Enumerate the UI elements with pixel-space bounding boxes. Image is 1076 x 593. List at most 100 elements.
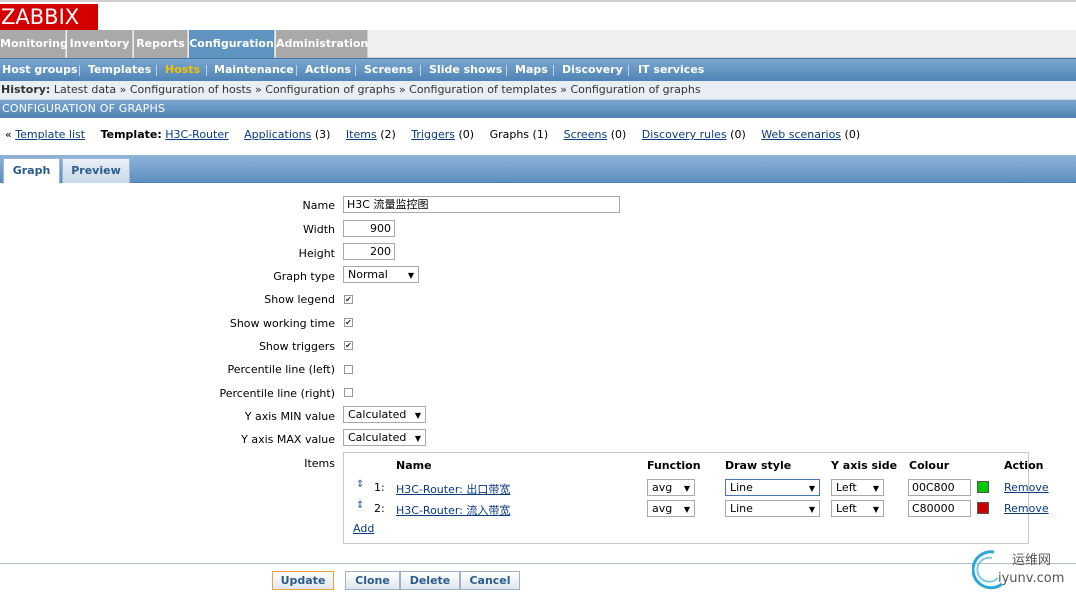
item-y-side-select[interactable]: Left ▼ <box>831 479 884 496</box>
colour-swatch[interactable] <box>977 481 989 493</box>
name-input[interactable]: H3C 流量监控图 <box>343 196 620 213</box>
submenu-separator <box>206 65 207 76</box>
show-legend-label: Show legend <box>264 293 335 306</box>
history-separator: » <box>119 83 127 96</box>
item-function-select[interactable]: avg ▼ <box>647 500 695 517</box>
graph-items-table: Name Function Draw style Y axis side Col… <box>343 452 1049 544</box>
submenu-actions[interactable]: Actions <box>305 59 351 81</box>
history-item[interactable]: Configuration of hosts <box>130 83 252 96</box>
submenu-slide-shows[interactable]: Slide shows <box>429 59 502 81</box>
applications-link[interactable]: Applications <box>244 128 311 141</box>
graph-type-select[interactable]: Normal ▼ <box>343 266 419 283</box>
history-item[interactable]: Configuration of graphs <box>570 83 700 96</box>
col-header-action: Action <box>1004 459 1044 472</box>
form-divider <box>0 563 1076 564</box>
tab-preview[interactable]: Preview <box>62 158 130 183</box>
drag-handle-icon[interactable]: ⇕ <box>356 479 364 490</box>
page-title: CONFIGURATION OF GRAPHS <box>0 100 1076 118</box>
chevron-down-icon: ▼ <box>808 484 815 493</box>
back-chevron-icon: « <box>5 128 12 141</box>
chevron-down-icon: ▼ <box>872 484 879 493</box>
template-label: Template: <box>100 128 162 141</box>
menu-reports[interactable]: Reports <box>134 30 188 58</box>
submenu-separator <box>296 65 297 76</box>
template-navigation: « Template list Template: H3C-Router App… <box>0 125 1076 145</box>
menu-inventory[interactable]: Inventory <box>67 30 133 58</box>
width-input[interactable]: 900 <box>343 220 395 237</box>
item-y-side-value: Left <box>836 502 857 515</box>
applications-count: (3) <box>314 128 331 141</box>
template-name-link[interactable]: H3C-Router <box>165 128 228 141</box>
svg-text:iyunv.com: iyunv.com <box>998 571 1064 586</box>
ymax-select[interactable]: Calculated ▼ <box>343 429 426 446</box>
percentile-right-checkbox[interactable] <box>344 388 353 397</box>
template-list-link[interactable]: Template list <box>15 128 85 141</box>
item-draw-style-select[interactable]: Line ▼ <box>725 479 820 496</box>
submenu-host-groups[interactable]: Host groups <box>2 59 78 81</box>
submenu-separator <box>628 65 629 76</box>
percentile-left-checkbox[interactable] <box>344 365 353 374</box>
height-label: Height <box>298 247 335 260</box>
discovery-rules-link[interactable]: Discovery rules <box>642 128 727 141</box>
cancel-button[interactable]: Cancel <box>460 571 520 590</box>
item-row-number: 2: <box>374 502 385 515</box>
height-input[interactable]: 200 <box>343 243 395 260</box>
show-legend-checkbox[interactable]: ✔ <box>344 295 353 304</box>
col-header-colour: Colour <box>909 459 950 472</box>
screens-count: (0) <box>610 128 627 141</box>
item-name-link[interactable]: H3C-Router: 出口带宽 <box>396 481 510 497</box>
discovery-count: (0) <box>730 128 746 141</box>
chevron-down-icon: ▼ <box>414 411 421 420</box>
submenu-separator <box>355 65 356 76</box>
screens-link[interactable]: Screens <box>564 128 608 141</box>
submenu-maintenance[interactable]: Maintenance <box>214 59 294 81</box>
items-link[interactable]: Items <box>346 128 377 141</box>
col-header-y-axis-side: Y axis side <box>831 459 898 472</box>
item-row-number: 1: <box>374 481 385 494</box>
remove-item-link[interactable]: Remove <box>1004 502 1049 515</box>
item-function-value: avg <box>652 481 673 494</box>
menu-configuration[interactable]: Configuration <box>189 30 275 58</box>
submenu-screens[interactable]: Screens <box>364 59 413 81</box>
name-label: Name <box>302 199 335 212</box>
submenu-hosts[interactable]: Hosts <box>165 59 200 81</box>
drag-handle-icon[interactable]: ⇕ <box>356 500 364 511</box>
submenu-separator <box>553 65 554 76</box>
history-breadcrumb: History: Latest data » Configuration of … <box>0 81 1076 100</box>
submenu-templates[interactable]: Templates <box>88 59 151 81</box>
ymax-label: Y axis MAX value <box>241 433 335 446</box>
show-triggers-checkbox[interactable]: ✔ <box>344 341 353 350</box>
item-colour-input[interactable]: 00C800 <box>908 479 971 496</box>
submenu-separator <box>156 65 157 76</box>
submenu-maps[interactable]: Maps <box>515 59 548 81</box>
item-draw-style-select[interactable]: Line ▼ <box>725 500 820 517</box>
item-function-select[interactable]: avg ▼ <box>647 479 695 496</box>
menu-monitoring[interactable]: Monitoring <box>0 30 68 58</box>
item-name-link[interactable]: H3C-Router: 流入带宽 <box>396 502 510 518</box>
add-item-link[interactable]: Add <box>353 522 374 535</box>
chevron-down-icon: ▼ <box>407 271 414 280</box>
ymin-select[interactable]: Calculated ▼ <box>343 406 426 423</box>
history-item[interactable]: Configuration of graphs <box>265 83 395 96</box>
clone-button[interactable]: Clone <box>345 571 400 590</box>
zabbix-logo[interactable]: ZABBIX <box>0 4 98 30</box>
history-item[interactable]: Latest data <box>54 83 116 96</box>
tab-graph[interactable]: Graph <box>3 158 60 184</box>
chevron-down-icon: ▼ <box>808 505 815 514</box>
item-y-side-select[interactable]: Left ▼ <box>831 500 884 517</box>
sub-menu: Host groups Templates Hosts Maintenance … <box>0 58 1076 81</box>
item-colour-input[interactable]: C80000 <box>908 500 971 517</box>
submenu-discovery[interactable]: Discovery <box>562 59 623 81</box>
web-scenarios-link[interactable]: Web scenarios <box>761 128 841 141</box>
triggers-link[interactable]: Triggers <box>411 128 455 141</box>
graphs-current: Graphs (1) <box>489 128 549 141</box>
remove-item-link[interactable]: Remove <box>1004 481 1049 494</box>
submenu-it-services[interactable]: IT services <box>638 59 704 81</box>
colour-swatch[interactable] <box>977 502 989 514</box>
delete-button[interactable]: Delete <box>400 571 460 590</box>
watermark-logo: 运维网 iyunv.com <box>972 550 1064 590</box>
update-button[interactable]: Update <box>272 571 334 590</box>
history-item[interactable]: Configuration of templates <box>409 83 557 96</box>
menu-administration[interactable]: Administration <box>276 30 368 58</box>
show-working-time-checkbox[interactable]: ✔ <box>344 318 353 327</box>
